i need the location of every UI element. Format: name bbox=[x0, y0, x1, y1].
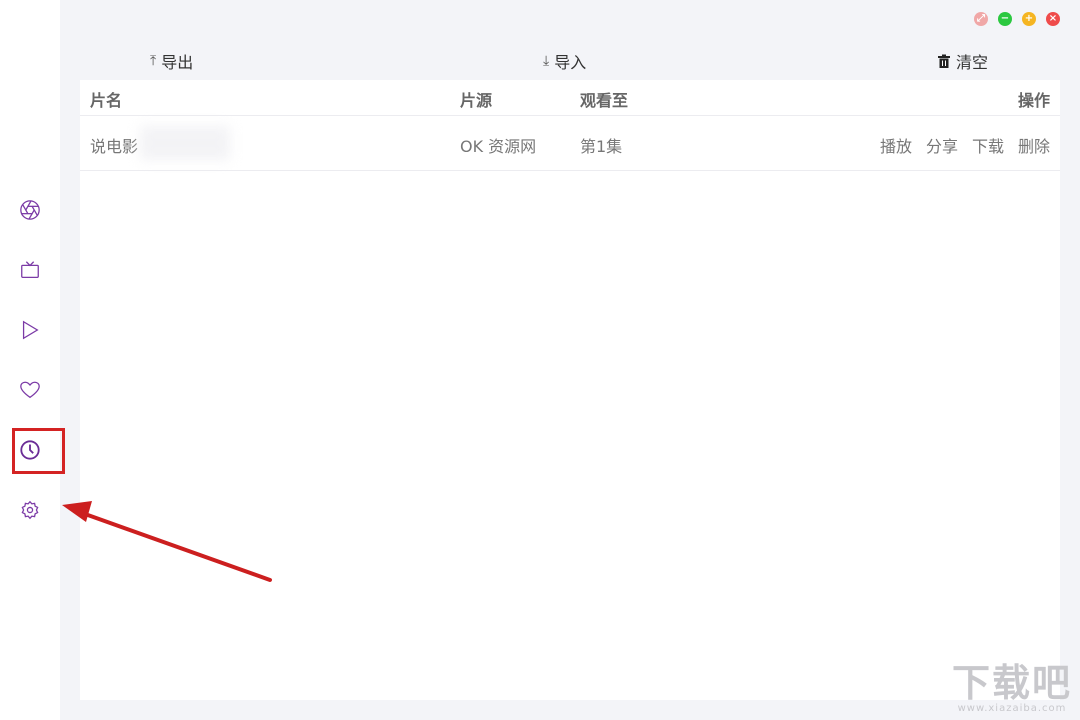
download-link[interactable]: 下载 bbox=[972, 133, 1004, 157]
play-link[interactable]: 播放 bbox=[880, 133, 912, 157]
window-controls: ⤢ − + × bbox=[974, 12, 1060, 26]
column-header-watched-to: 观看至 bbox=[580, 91, 629, 110]
import-button[interactable]: ⤓ 导入 bbox=[543, 50, 586, 72]
minimize-icon: − bbox=[1000, 13, 1010, 24]
watermark-text: 下载吧 bbox=[951, 661, 1072, 705]
row-actions: 播放 分享 下载 删除 bbox=[880, 133, 1050, 157]
maximize-button[interactable]: + bbox=[1022, 12, 1036, 26]
aperture-icon bbox=[20, 200, 40, 220]
cell-name: 说电影 bbox=[90, 137, 139, 156]
cell-watched-to: 第1集 bbox=[580, 137, 623, 156]
trash-icon bbox=[938, 54, 950, 68]
delete-link[interactable]: 删除 bbox=[1018, 133, 1050, 157]
table-row: 说电影 OK 资源网 第1集 播放 分享 下载 删除 bbox=[80, 116, 1060, 171]
column-header-name: 片名 bbox=[90, 91, 123, 110]
watermark-url: www.xiazaiba.com bbox=[957, 703, 1067, 714]
upload-icon: ⤒ bbox=[150, 53, 157, 69]
settings-gear-icon bbox=[21, 500, 39, 520]
export-label: 导出 bbox=[161, 53, 194, 72]
sidebar-item-tv[interactable] bbox=[10, 250, 50, 290]
clear-label: 清空 bbox=[956, 53, 989, 72]
export-button[interactable]: ⤒ 导出 bbox=[150, 50, 193, 72]
column-header-source: 片源 bbox=[460, 91, 493, 110]
download-icon: ⤓ bbox=[543, 53, 550, 69]
tv-icon bbox=[21, 261, 39, 278]
watermark: 下载吧 www.xiazaiba.com bbox=[952, 663, 1072, 714]
heart-icon bbox=[20, 381, 40, 399]
history-table: 片名 片源 观看至 操作 说电影 OK 资源网 第1集 播放 分享 下载 删除 bbox=[80, 80, 1060, 700]
history-highlight-box bbox=[12, 428, 65, 474]
close-button[interactable]: × bbox=[1046, 12, 1060, 26]
import-label: 导入 bbox=[554, 53, 587, 72]
column-header-actions: 操作 bbox=[1017, 91, 1050, 110]
share-link[interactable]: 分享 bbox=[926, 133, 958, 157]
pin-icon: ⤢ bbox=[977, 13, 985, 24]
blurred-region bbox=[140, 126, 230, 160]
close-icon: × bbox=[1048, 13, 1058, 24]
sidebar-item-settings[interactable] bbox=[10, 490, 50, 530]
table-header: 片名 片源 观看至 操作 bbox=[80, 80, 1060, 116]
sidebar-item-favorites[interactable] bbox=[10, 370, 50, 410]
minimize-button[interactable]: − bbox=[998, 12, 1012, 26]
clear-button[interactable]: 清空 bbox=[937, 50, 988, 72]
pin-button[interactable]: ⤢ bbox=[974, 12, 988, 26]
sidebar-item-play[interactable] bbox=[10, 310, 50, 350]
cell-source: OK 资源网 bbox=[460, 137, 537, 156]
sidebar bbox=[0, 0, 60, 720]
play-icon bbox=[22, 320, 39, 340]
maximize-icon: + bbox=[1024, 13, 1034, 24]
sidebar-item-aperture[interactable] bbox=[10, 190, 50, 230]
